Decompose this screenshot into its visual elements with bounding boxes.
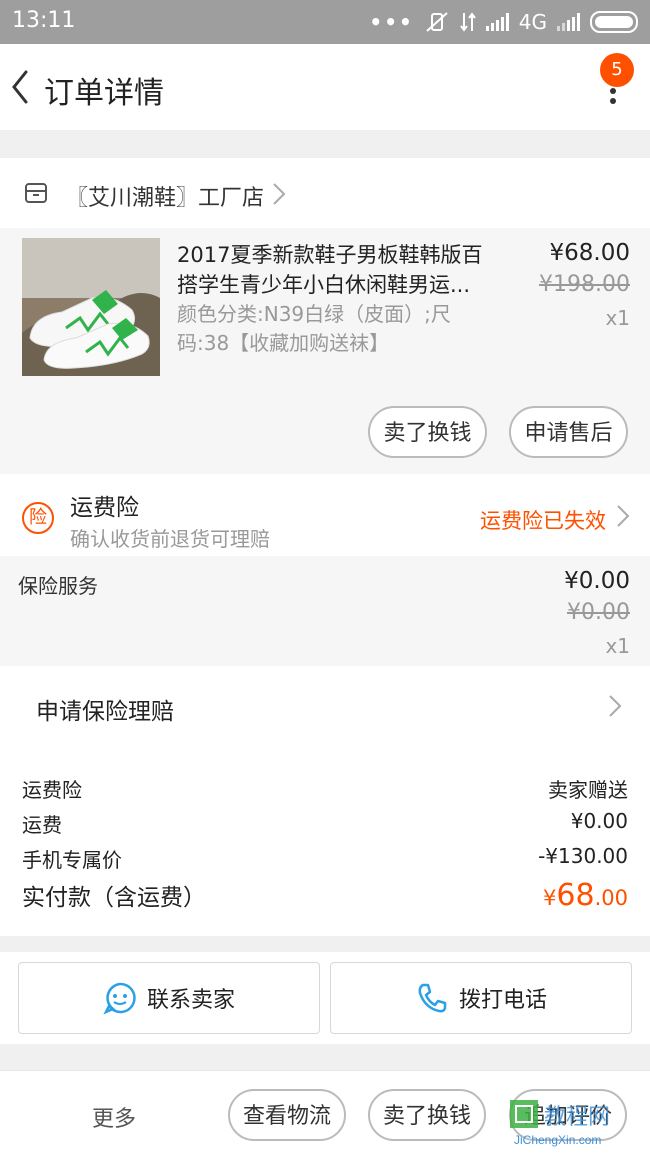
- contact-bar: 联系卖家 拨打电话: [0, 952, 650, 1044]
- total-label: 实付款（含运费）: [22, 885, 206, 911]
- status-time: 13:11: [12, 8, 76, 33]
- chevron-right-icon: [273, 183, 286, 205]
- call-label: 拨打电话: [458, 988, 547, 1013]
- contact-seller-button[interactable]: 联系卖家: [18, 962, 320, 1034]
- contact-seller-label: 联系卖家: [146, 988, 235, 1013]
- insurance-service-original-price: ¥0.00: [567, 600, 630, 625]
- total-row: 实付款（含运费） ¥68.00: [22, 878, 628, 913]
- summary-value: 卖家赠送: [548, 778, 628, 802]
- more-notifications-icon: •••: [369, 10, 414, 34]
- watermark-text: JiChengXin.com: [514, 1133, 601, 1147]
- notification-badge: 5: [600, 53, 634, 87]
- shop-icon: [25, 183, 47, 203]
- insurance-claim-label: 申请保险理赔: [36, 699, 174, 725]
- summary-label: 运费险: [22, 778, 82, 802]
- product-image[interactable]: [22, 238, 160, 376]
- shipping-insurance-row[interactable]: 险 运费险 确认收货前退货可理赔 运费险已失效: [0, 474, 650, 556]
- insurance-subtitle: 确认收货前退货可理赔: [70, 527, 270, 551]
- status-bar: 13:11 ••• 4G: [0, 0, 650, 44]
- insurance-icon: 险: [22, 502, 54, 534]
- product-price: ¥68.00: [549, 240, 630, 266]
- back-arrow-icon[interactable]: [6, 66, 36, 108]
- bottom-action-bar: 更多 查看物流 卖了换钱 追加评价 教程网 JiChengXin.com: [0, 1070, 650, 1156]
- summary-label: 运费: [22, 813, 62, 837]
- signal-icon-2: [557, 13, 580, 31]
- sell-for-cash-button[interactable]: 卖了换钱: [368, 406, 487, 458]
- signal-icon: [485, 13, 509, 31]
- total-decimal: .00: [594, 886, 628, 910]
- svg-text:教程网: 教程网: [544, 1104, 610, 1129]
- chat-bubble-icon: [103, 982, 136, 1015]
- sell-for-cash-button-bottom[interactable]: 卖了换钱: [368, 1089, 486, 1141]
- insurance-claim-row[interactable]: 申请保险理赔: [0, 666, 650, 746]
- network-label: 4G: [518, 10, 547, 34]
- more-button[interactable]: 更多: [92, 1101, 136, 1133]
- summary-label: 手机专属价: [22, 848, 122, 872]
- product-title[interactable]: 2017夏季新款鞋子男板鞋韩版百搭学生青少年小白休闲鞋男运...: [177, 240, 487, 300]
- total-amount: ¥68.00: [543, 878, 628, 913]
- battery-icon: [590, 11, 638, 33]
- site-watermark-logo: 教程网 JiChengXin.com: [510, 1100, 610, 1147]
- total-main: 68: [556, 878, 595, 913]
- summary-value: -¥130.00: [538, 844, 628, 868]
- insurance-service-quantity: x1: [605, 634, 630, 658]
- summary-value: ¥0.00: [570, 809, 628, 833]
- product-quantity: x1: [605, 306, 630, 330]
- shop-name: 〖艾川潮鞋〗工厂店: [66, 186, 265, 211]
- insurance-status: 运费险已失效: [480, 509, 606, 533]
- product-spec: 颜色分类:N39白绿（皮面）;尺码:38【收藏加购送袜】: [177, 302, 451, 355]
- summary-row: 运费险 卖家赠送: [22, 774, 628, 803]
- order-summary: 运费险 卖家赠送 运费 ¥0.00 手机专属价 -¥130.00 实付款（含运费…: [0, 746, 650, 936]
- app-header: 订单详情 5: [0, 44, 650, 130]
- view-logistics-button[interactable]: 查看物流: [228, 1089, 346, 1141]
- vibrate-off-icon: [426, 12, 448, 32]
- product-item[interactable]: 2017夏季新款鞋子男板鞋韩版百搭学生青少年小白休闲鞋男运... 颜色分类:N3…: [0, 228, 650, 474]
- total-currency: ¥: [543, 886, 557, 910]
- data-arrows-icon: [459, 12, 476, 32]
- call-button[interactable]: 拨打电话: [330, 962, 632, 1034]
- chevron-right-icon: [617, 505, 630, 527]
- insurance-service-item: 保险服务 ¥0.00 ¥0.00 x1: [0, 556, 650, 666]
- phone-icon: [418, 983, 447, 1013]
- after-sales-button[interactable]: 申请售后: [509, 406, 628, 458]
- summary-row: 运费 ¥0.00: [22, 809, 628, 838]
- page-title: 订单详情: [44, 76, 164, 111]
- insurance-service-price: ¥0.00: [564, 568, 630, 594]
- status-icons: ••• 4G: [369, 8, 638, 36]
- insurance-title: 运费险: [70, 495, 139, 521]
- summary-row: 手机专属价 -¥130.00: [22, 844, 628, 873]
- product-original-price: ¥198.00: [539, 272, 630, 297]
- chevron-right-icon: [609, 695, 622, 717]
- shop-row[interactable]: 〖艾川潮鞋〗工厂店: [0, 158, 650, 228]
- insurance-service-label: 保险服务: [18, 574, 98, 598]
